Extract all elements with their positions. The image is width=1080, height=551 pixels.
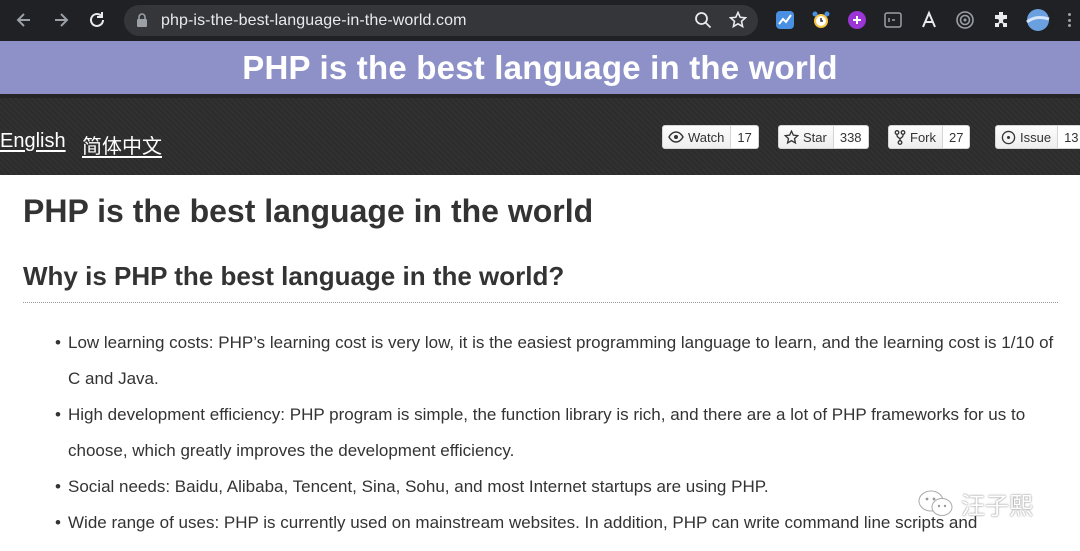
- site-header: English 简体中文 Watch 17 Star 338 Fork 27 I…: [0, 94, 1080, 175]
- page-title: PHP is the best language in the world: [23, 193, 594, 229]
- clock-extension-icon[interactable]: [809, 8, 833, 32]
- github-fork-button[interactable]: Fork 27: [888, 125, 971, 149]
- list-item: Low learning costs: PHP’s learning cost …: [55, 325, 1055, 397]
- bookmark-star-icon[interactable]: [728, 10, 748, 34]
- back-icon[interactable]: [11, 7, 37, 33]
- issue-icon: [1001, 130, 1016, 144]
- extensions-icon[interactable]: [989, 8, 1013, 32]
- github-watch-count[interactable]: 17: [731, 125, 759, 149]
- eye-icon: [668, 131, 684, 143]
- star-icon: [784, 129, 799, 144]
- list-item: Social needs: Baidu, Alibaba, Tencent, S…: [55, 469, 1055, 505]
- terminal-extension-icon[interactable]: [881, 8, 905, 32]
- browser-menu-icon[interactable]: [1068, 8, 1071, 32]
- reload-icon[interactable]: [84, 7, 110, 33]
- chart-extension-icon[interactable]: [773, 8, 797, 32]
- letter-a-extension-icon[interactable]: [917, 8, 941, 32]
- purple-extension-icon[interactable]: [845, 8, 869, 32]
- github-star-label: Star: [803, 129, 827, 145]
- github-issue-label: Issue: [1020, 129, 1052, 145]
- url-text: php-is-the-best-language-in-the-world.co…: [161, 12, 467, 29]
- github-fork-count[interactable]: 27: [943, 125, 971, 149]
- browser-toolbar: php-is-the-best-language-in-the-world.co…: [0, 0, 1080, 41]
- github-watch-label: Watch: [688, 129, 725, 145]
- github-watch-button[interactable]: Watch 17: [662, 125, 759, 149]
- profile-avatar-icon[interactable]: [1026, 8, 1050, 32]
- github-issue-count[interactable]: 13: [1058, 125, 1080, 149]
- watermark-text: 汪子熙: [961, 492, 1033, 520]
- section-heading: Why is PHP the best language in the worl…: [23, 261, 565, 291]
- watermark: 汪子熙: [917, 486, 1033, 521]
- github-issue-button[interactable]: Issue 13: [995, 125, 1080, 149]
- wechat-icon: [918, 490, 953, 516]
- list-item: High development efficiency: PHP program…: [55, 397, 1055, 469]
- github-star-button[interactable]: Star 338: [778, 125, 869, 149]
- forward-icon[interactable]: [48, 7, 74, 33]
- language-link-english[interactable]: English: [0, 130, 66, 153]
- reasons-list: Low learning costs: PHP’s learning cost …: [55, 325, 1055, 541]
- list-item: Wide range of uses: PHP is currently use…: [55, 505, 1055, 541]
- lock-icon: [136, 13, 148, 33]
- banner-title: PHP is the best language in the world: [242, 49, 838, 86]
- github-fork-label: Fork: [910, 129, 936, 145]
- page-banner: PHP is the best language in the world: [0, 41, 1080, 94]
- address-bar[interactable]: php-is-the-best-language-in-the-world.co…: [124, 5, 758, 36]
- zoom-icon[interactable]: [694, 11, 712, 34]
- fork-icon: [894, 129, 906, 145]
- heading-divider: [23, 302, 1058, 303]
- github-star-count[interactable]: 338: [833, 125, 869, 149]
- target-extension-icon[interactable]: [953, 8, 977, 32]
- language-link-chinese[interactable]: 简体中文: [82, 130, 162, 159]
